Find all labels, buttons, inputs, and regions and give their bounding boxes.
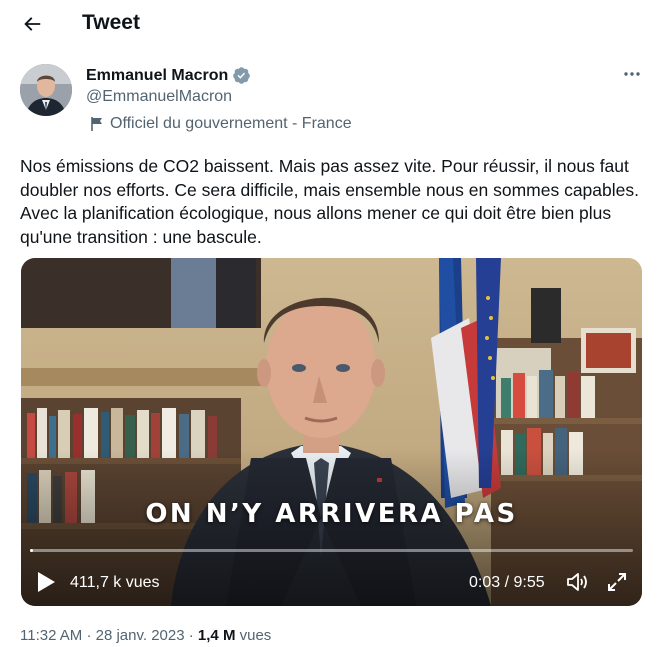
tweet-text: Nos émissions de CO2 baissent. Mais pas … — [20, 156, 639, 247]
video-player[interactable] — [21, 258, 642, 606]
author-name[interactable]: Emmanuel Macron — [86, 66, 251, 85]
fullscreen-icon — [608, 573, 626, 591]
flag-icon — [91, 117, 102, 131]
tweet-date[interactable]: 28 janv. 2023 — [96, 627, 185, 644]
affiliation-label: Officiel du gouvernement - France — [90, 115, 352, 133]
avatar[interactable] — [20, 64, 72, 116]
page-title: Tweet — [82, 11, 140, 34]
tweet-views-count: 1,4 M — [197, 627, 236, 644]
tweet-views-label: vues — [239, 627, 272, 644]
video-progress-bar[interactable] — [30, 549, 633, 552]
video-frame — [21, 258, 642, 606]
meta-separator-2: · — [188, 627, 194, 644]
video-time: 0:03 / 9:55 — [469, 574, 545, 591]
fullscreen-button[interactable] — [606, 571, 628, 593]
affiliation-text: Officiel du gouvernement - France — [110, 115, 352, 132]
tweet-meta: 11:32 AM · 28 janv. 2023 · 1,4 M vues — [20, 627, 271, 644]
verified-badge-icon[interactable] — [232, 66, 251, 85]
play-button[interactable] — [35, 570, 57, 594]
video-progress-fill — [30, 549, 33, 552]
back-button[interactable] — [16, 8, 48, 40]
tweet-time[interactable]: 11:32 AM — [20, 627, 82, 644]
more-horizontal-icon — [624, 72, 640, 76]
meta-separator: · — [86, 627, 92, 644]
header: Tweet — [0, 0, 660, 48]
author-handle[interactable]: @EmmanuelMacron — [86, 88, 232, 106]
volume-icon — [567, 573, 587, 591]
author-name-text: Emmanuel Macron — [86, 66, 229, 84]
volume-button[interactable] — [566, 571, 590, 593]
play-icon — [38, 572, 55, 592]
video-controls: 411,7 k vues 0:03 / 9:55 — [21, 560, 642, 604]
arrow-left-icon — [24, 17, 41, 31]
video-caption: ON N’Y ARRIVERA PAS — [145, 499, 518, 529]
more-options-button[interactable] — [616, 62, 648, 86]
video-views: 411,7 k vues — [70, 574, 160, 591]
